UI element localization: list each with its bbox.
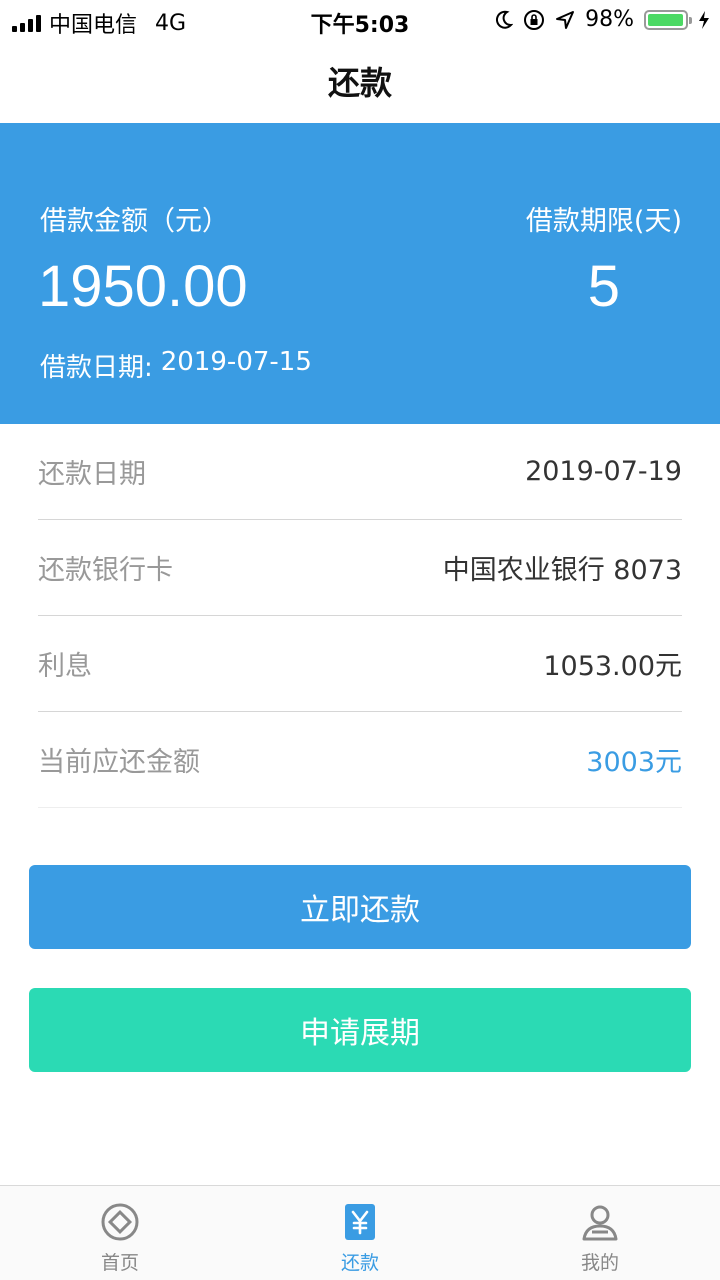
battery-icon — [644, 9, 692, 30]
repay-now-button[interactable]: 立即还款 — [29, 865, 691, 949]
battery-fill — [648, 13, 684, 26]
tab-mine-label: 我的 — [580, 1252, 619, 1274]
repayment-screen: 中国电信 4G 下午5:03 98% 还款 借款金额（元） 1950.00 借款… — [0, 0, 720, 1280]
user-icon — [582, 1205, 618, 1241]
loan-amount-value: 1950.00 — [38, 254, 248, 319]
loan-date-label: 借款日期: — [40, 353, 153, 383]
bank-card-label: 还款银行卡 — [38, 555, 173, 586]
rotation-lock-icon — [524, 9, 545, 30]
loan-amount-label: 借款金额（元） — [40, 206, 229, 237]
status-right: 98% — [495, 7, 710, 32]
amount-due-value: 3003元 — [586, 747, 682, 778]
repayment-date-value: 2019-07-19 — [525, 456, 682, 487]
repayment-date-row: 还款日期 2019-07-19 — [38, 424, 682, 520]
status-bar: 中国电信 4G 下午5:03 98% — [0, 0, 720, 40]
charging-icon — [699, 10, 709, 29]
tab-home-label: 首页 — [100, 1252, 139, 1274]
yen-icon — [345, 1204, 375, 1240]
location-icon — [556, 10, 575, 29]
tab-mine[interactable]: 我的 — [480, 1186, 720, 1280]
apply-extension-button[interactable]: 申请展期 — [29, 988, 691, 1072]
amount-due-label: 当前应还金额 — [38, 747, 200, 778]
interest-row: 利息 1053.00元 — [38, 616, 682, 712]
loan-term-value: 5 — [587, 254, 620, 319]
amount-due-row: 当前应还金额 3003元 — [38, 712, 682, 808]
interest-value: 1053.00元 — [543, 651, 682, 682]
moon-icon — [496, 10, 514, 29]
repayment-details: 还款日期 2019-07-19 还款银行卡 中国农业银行 8073 利息 105… — [38, 424, 682, 808]
repayment-date-label: 还款日期 — [38, 459, 146, 490]
loan-date: 借款日期: 2019-07-15 — [40, 347, 312, 384]
tab-repayment-label: 还款 — [340, 1252, 379, 1274]
tab-repayment[interactable]: 还款 — [240, 1186, 480, 1280]
tab-home[interactable]: 首页 — [0, 1186, 240, 1280]
home-icon — [101, 1203, 139, 1241]
loan-date-value: 2019-07-15 — [160, 347, 312, 377]
interest-label: 利息 — [38, 651, 92, 682]
page-title: 还款 — [327, 64, 392, 102]
bank-card-row: 还款银行卡 中国农业银行 8073 — [38, 520, 682, 616]
loan-term-label: 借款期限(天) — [525, 206, 682, 237]
nav-bar: 还款 — [0, 40, 720, 122]
tab-bar: 首页 还款 我的 — [0, 1185, 720, 1280]
bank-card-value: 中国农业银行 8073 — [442, 555, 682, 586]
battery-percent: 98% — [585, 7, 634, 32]
loan-summary: 借款金额（元） 1950.00 借款期限(天) 5 借款日期: 2019-07-… — [0, 123, 720, 424]
